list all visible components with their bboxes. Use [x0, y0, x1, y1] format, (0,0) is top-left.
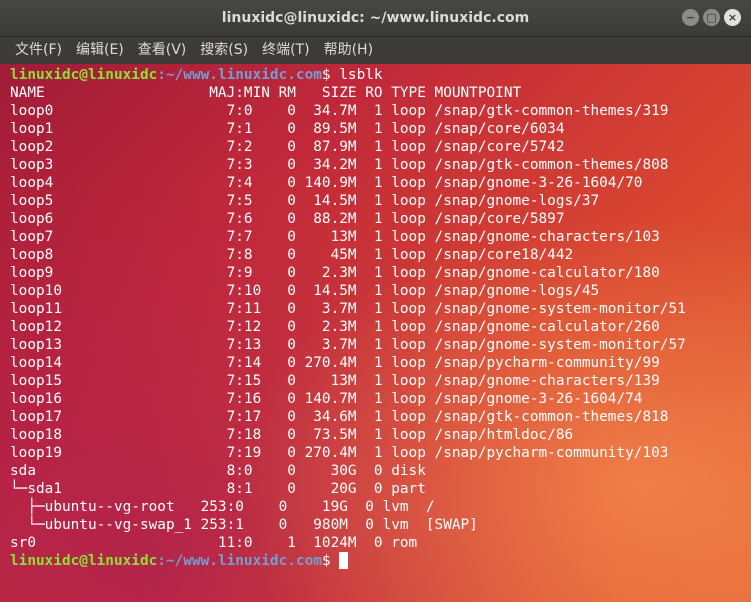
output-line: loop7 7:7 0 13M 1 loop /snap/gnome-chara… [10, 229, 660, 245]
output-line: loop10 7:10 0 14.5M 1 loop /snap/gnome-l… [10, 283, 600, 299]
output-line: loop16 7:16 0 140.7M 1 loop /snap/gnome-… [10, 391, 643, 407]
output-line: sda 8:0 0 30G 0 disk [10, 463, 426, 479]
output-line: loop6 7:6 0 88.2M 1 loop /snap/core/5897 [10, 211, 565, 227]
output-line: loop12 7:12 0 2.3M 1 loop /snap/gnome-ca… [10, 319, 660, 335]
output-line: loop11 7:11 0 3.7M 1 loop /snap/gnome-sy… [10, 301, 686, 317]
minimize-button[interactable]: − [682, 9, 699, 26]
output-line: loop3 7:3 0 34.2M 1 loop /snap/gtk-commo… [10, 157, 669, 173]
terminal-area[interactable]: linuxidc@linuxidc:~/www.linuxidc.com$ ls… [0, 64, 751, 602]
output-line: loop1 7:1 0 89.5M 1 loop /snap/core/6034 [10, 121, 565, 137]
maximize-button[interactable]: □ [703, 9, 720, 26]
menu-search[interactable]: 搜索(S) [193, 37, 255, 64]
output-line: loop14 7:14 0 270.4M 1 loop /snap/pychar… [10, 355, 660, 371]
prompt-symbol: $ [321, 553, 340, 569]
command-text: lsblk [339, 67, 383, 83]
prompt-path: :~/www.linuxidc.com [157, 553, 322, 569]
prompt-line: linuxidc@linuxidc:~/www.linuxidc.com$ ls… [10, 66, 383, 84]
menu-view[interactable]: 查看(V) [131, 37, 194, 64]
output-line: loop4 7:4 0 140.9M 1 loop /snap/gnome-3-… [10, 175, 643, 191]
output-line: └─sda1 8:1 0 20G 0 part [10, 481, 426, 497]
terminal-window: linuxidc@linuxidc: ~/www.linuxidc.com − … [0, 0, 751, 602]
output-line: loop0 7:0 0 34.7M 1 loop /snap/gtk-commo… [10, 103, 669, 119]
menu-terminal[interactable]: 终端(T) [255, 37, 316, 64]
close-button[interactable]: × [724, 9, 741, 26]
output-line: loop15 7:15 0 13M 1 loop /snap/gnome-cha… [10, 373, 660, 389]
menu-edit[interactable]: 编辑(E) [69, 37, 131, 64]
output-line: loop19 7:19 0 270.4M 1 loop /snap/pychar… [10, 445, 669, 461]
output-header: NAME MAJ:MIN RM SIZE RO TYPE MOUNTPOINT [10, 85, 522, 101]
output-line: loop8 7:8 0 45M 1 loop /snap/core18/442 [10, 247, 574, 263]
output-line: loop13 7:13 0 3.7M 1 loop /snap/gnome-sy… [10, 337, 686, 353]
output-line: loop17 7:17 0 34.6M 1 loop /snap/gtk-com… [10, 409, 669, 425]
menu-help[interactable]: 帮助(H) [317, 37, 380, 64]
title-bar[interactable]: linuxidc@linuxidc: ~/www.linuxidc.com − … [0, 0, 751, 37]
output-line: loop2 7:2 0 87.9M 1 loop /snap/core/5742 [10, 139, 565, 155]
menu-bar: 文件(F) 编辑(E) 查看(V) 搜索(S) 终端(T) 帮助(H) [0, 37, 751, 64]
prompt-path: :~/www.linuxidc.com [157, 67, 322, 83]
output-line: loop9 7:9 0 2.3M 1 loop /snap/gnome-calc… [10, 265, 660, 281]
prompt-line: linuxidc@linuxidc:~/www.linuxidc.com$ [10, 552, 349, 570]
prompt-symbol: $ [321, 67, 340, 83]
menu-file[interactable]: 文件(F) [8, 37, 69, 64]
output-line: loop5 7:5 0 14.5M 1 loop /snap/gnome-log… [10, 193, 600, 209]
prompt-user: linuxidc@linuxidc [10, 553, 158, 569]
output-line: └─ubuntu--vg-swap_1 253:1 0 980M 0 lvm [… [10, 517, 478, 533]
output-line: ├─ubuntu--vg-root 253:0 0 19G 0 lvm / [10, 499, 435, 515]
prompt-user: linuxidc@linuxidc [10, 67, 158, 83]
window-title: linuxidc@linuxidc: ~/www.linuxidc.com [221, 10, 530, 26]
text-cursor [339, 552, 349, 569]
output-line: sr0 11:0 1 1024M 0 rom [10, 535, 418, 551]
output-line: loop18 7:18 0 73.5M 1 loop /snap/htmldoc… [10, 427, 574, 443]
